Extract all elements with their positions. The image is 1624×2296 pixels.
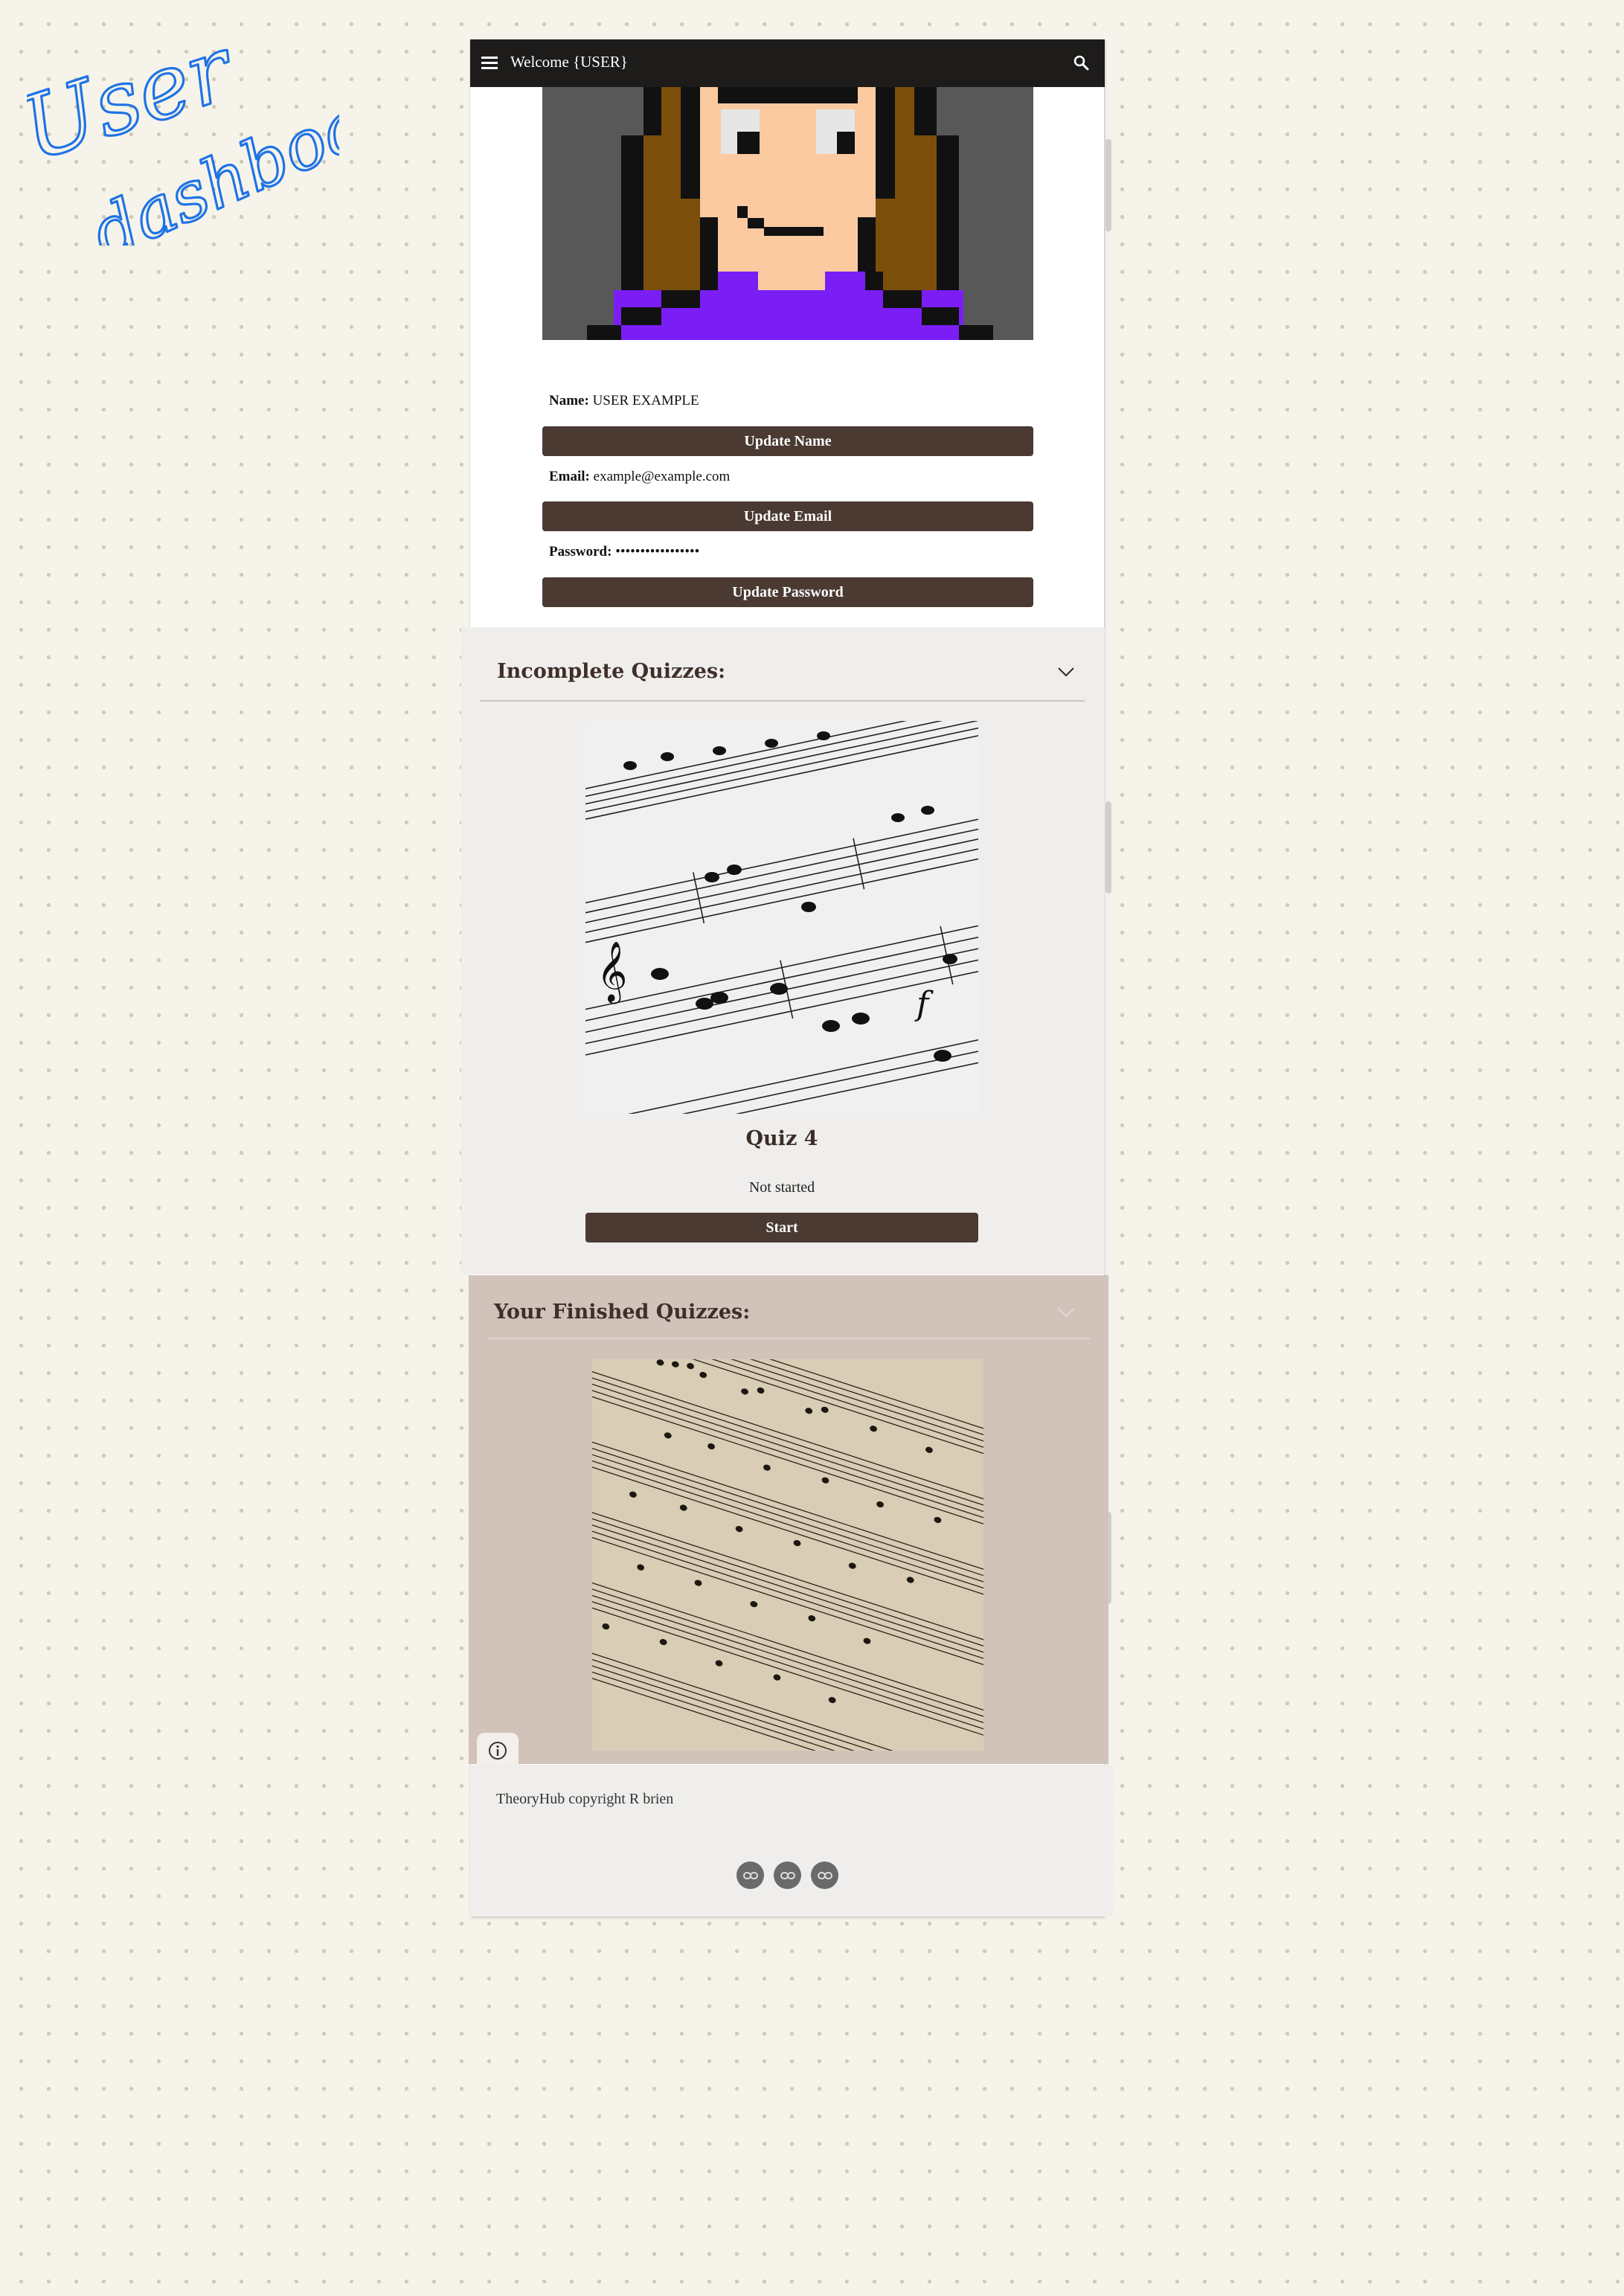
hamburger-menu-icon[interactable] — [481, 57, 498, 70]
incomplete-quizzes-heading: Incomplete Quizzes: — [497, 660, 726, 683]
email-label: Email: — [549, 469, 590, 484]
user-avatar — [542, 87, 1033, 340]
email-value: example@example.com — [593, 469, 731, 484]
section-divider — [480, 700, 1085, 702]
update-password-button[interactable]: Update Password — [542, 577, 1033, 607]
info-icon — [489, 1742, 507, 1760]
section-divider — [487, 1338, 1090, 1339]
app-bar-title: Welcome {USER} — [510, 53, 628, 71]
quiz-status: Not started — [748, 1179, 815, 1196]
finished-quizzes-section: Your Finished Quizzes: — [469, 1275, 1108, 1764]
app-bar: Welcome {USER} — [470, 39, 1105, 87]
chevron-down-icon[interactable] — [1056, 1306, 1076, 1318]
password-field: Password: ••••••••••••••••• — [549, 544, 699, 560]
chevron-down-icon[interactable] — [1056, 666, 1076, 678]
start-quiz-button[interactable]: Start — [585, 1213, 978, 1242]
link-icon[interactable] — [774, 1862, 801, 1889]
finished-quizzes-heading: Your Finished Quizzes: — [494, 1301, 751, 1324]
email-field: Email: example@example.com — [549, 469, 730, 485]
scrollbar-thumb-profile[interactable] — [1105, 139, 1111, 231]
search-icon[interactable] — [1072, 54, 1090, 71]
name-field: Name: USER EXAMPLE — [549, 393, 699, 409]
footer-copyright: TheoryHub copyright R brien — [496, 1791, 674, 1807]
link-icon[interactable] — [736, 1862, 764, 1889]
update-email-button[interactable]: Update Email — [542, 501, 1033, 531]
scrollbar-thumb-incomplete[interactable] — [1105, 801, 1111, 894]
name-value: USER EXAMPLE — [592, 393, 699, 408]
name-label: Name: — [549, 393, 589, 408]
info-button[interactable] — [477, 1733, 519, 1769]
finished-quiz-image — [592, 1359, 983, 1751]
update-name-button[interactable]: Update Name — [542, 426, 1033, 456]
link-icon[interactable] — [811, 1862, 838, 1889]
quiz-4-image: 𝄞 f — [585, 721, 978, 1114]
footer: TheoryHub copyright R brien — [470, 1765, 1113, 1917]
password-label: Password: — [549, 544, 612, 559]
quiz-title: Quiz 4 — [745, 1127, 818, 1150]
handwritten-annotation: User dashboard — [27, 37, 339, 246]
incomplete-quizzes-section: Incomplete Quizzes: 𝄞 f Quiz 4 Not start… — [461, 627, 1105, 1274]
svg-text:𝄞: 𝄞 — [597, 940, 627, 1004]
password-value: ••••••••••••••••• — [615, 544, 700, 559]
